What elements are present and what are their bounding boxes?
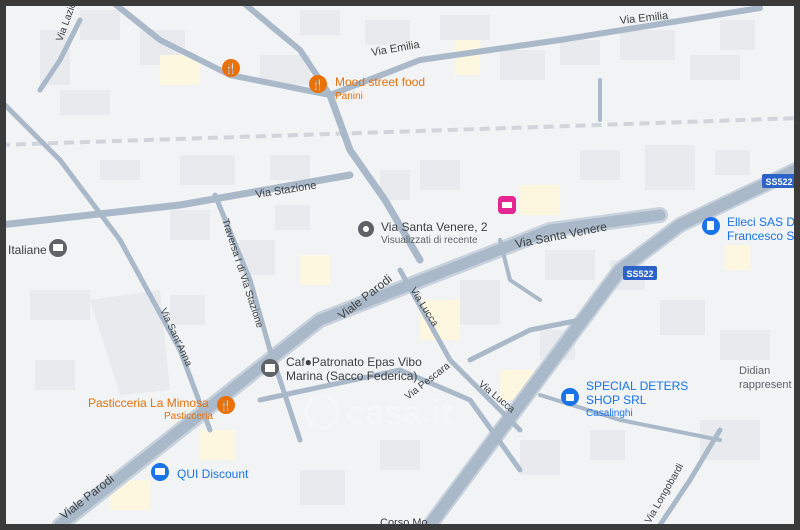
bed-glyph	[502, 202, 512, 208]
building	[590, 430, 625, 460]
poi-name: Pasticceria La Mimosa	[88, 396, 209, 410]
building	[300, 255, 330, 285]
building	[60, 90, 110, 115]
poi-name: rappresent	[739, 379, 792, 391]
building	[725, 245, 750, 270]
building	[560, 40, 600, 65]
building	[690, 55, 740, 80]
poi-hotel[interactable]	[498, 196, 516, 214]
road-shield: SS522	[762, 174, 796, 188]
poi-name: Caf●Patronato Epas Vibo	[286, 355, 422, 369]
fuel-glyph	[707, 221, 714, 230]
map-canvas[interactable]: Via Emilia Via Emilia Via Stazione Via S…	[0, 0, 800, 530]
fork-knife-glyph: 🍴	[312, 78, 324, 91]
building	[35, 360, 75, 390]
bag-glyph	[566, 394, 574, 401]
building	[270, 155, 310, 180]
building	[660, 300, 705, 335]
building	[170, 210, 210, 240]
street-label-partial: Corso Mo	[380, 517, 428, 529]
poi-name: Francesco S	[727, 229, 794, 243]
building	[545, 250, 595, 280]
poi-patronato[interactable]: Caf●Patronato Epas Vibo Marina (Sacco Fe…	[261, 355, 422, 383]
building	[300, 10, 340, 35]
mail-glyph	[53, 244, 63, 251]
watermark-text: casa.it	[346, 394, 452, 432]
poi-subtitle: Visualizzati di recente	[381, 235, 478, 246]
building	[700, 420, 760, 460]
building	[300, 470, 345, 505]
building	[620, 30, 675, 60]
poi-subtitle: Panini	[335, 91, 363, 102]
building	[580, 150, 620, 180]
poi-food[interactable]: 🍴	[222, 59, 240, 77]
poi-subtitle: Casalinghi	[586, 408, 633, 419]
poi-name: QUI Discount	[177, 467, 249, 481]
road-shield: SS522	[623, 266, 657, 280]
building	[520, 185, 560, 215]
building	[380, 440, 420, 470]
building	[440, 15, 490, 40]
building	[715, 150, 750, 175]
pin-dot	[363, 226, 369, 232]
fork-knife-glyph: 🍴	[220, 399, 232, 412]
cart-glyph	[155, 468, 165, 475]
building	[720, 20, 755, 50]
building-glyph	[265, 364, 275, 372]
building	[200, 430, 235, 460]
road-shield-label: SS522	[765, 177, 792, 187]
building	[420, 160, 460, 190]
building	[275, 205, 310, 230]
building	[455, 40, 480, 75]
building	[460, 280, 500, 325]
poi-name: Italiane	[8, 243, 47, 257]
building	[720, 330, 770, 360]
poi-name: Elleci SAS D	[727, 215, 795, 229]
building	[645, 145, 695, 190]
building	[30, 290, 90, 320]
building	[100, 160, 140, 180]
building	[500, 50, 545, 80]
road-shield-label: SS522	[626, 269, 653, 279]
poi-name: SPECIAL DETERS	[586, 379, 688, 393]
poi-name: Marina (Sacco Federica)	[286, 369, 417, 383]
building	[180, 155, 235, 185]
building	[80, 10, 120, 40]
poi-name: Mood street food	[335, 75, 425, 89]
building	[520, 440, 560, 475]
poi-name: Via Santa Venere, 2	[381, 220, 488, 234]
building	[170, 295, 205, 325]
poi-subtitle: Pasticceria	[164, 411, 213, 422]
fork-knife-glyph: 🍴	[225, 62, 237, 75]
poi-name: Didian	[739, 365, 770, 377]
poi-name: SHOP SRL	[586, 393, 647, 407]
